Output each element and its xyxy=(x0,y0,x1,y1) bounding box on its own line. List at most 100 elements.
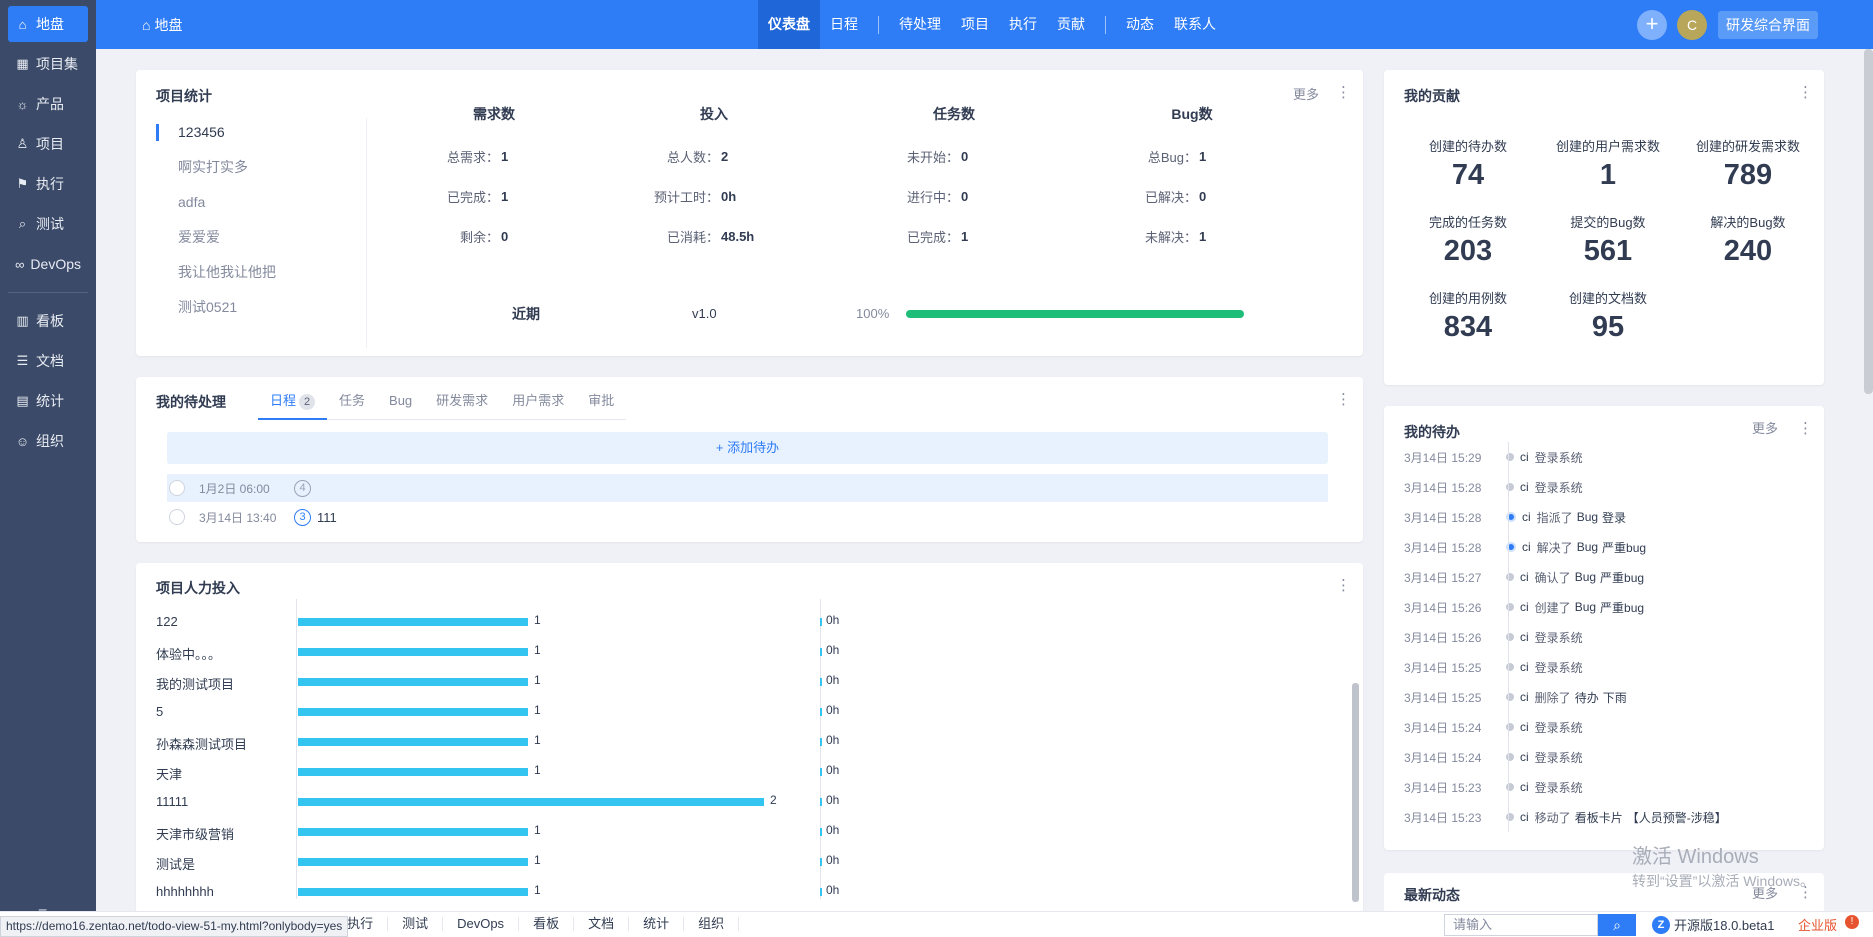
my-todo-menu-icon[interactable]: ⋮ xyxy=(1798,419,1813,437)
sidebar-item-label: 文档 xyxy=(36,353,64,369)
project-list-item[interactable]: adfa xyxy=(156,185,356,220)
add-todo-button[interactable]: + 添加待办 xyxy=(167,432,1328,464)
nav-item-0[interactable]: 仪表盘 xyxy=(758,0,820,49)
feed-row: 3月14日 15:24 ci 登录系统 xyxy=(1404,712,1804,742)
tab-0[interactable]: 日程 2 xyxy=(258,384,328,420)
project-list-item[interactable]: 啊实打实多 xyxy=(156,150,356,185)
feed-object[interactable]: 严重bug xyxy=(1600,569,1644,586)
nav-item-5[interactable]: 贡献 xyxy=(1047,0,1095,49)
bottom-nav-item-10[interactable]: 组织 xyxy=(684,917,740,931)
stat-value: 0 xyxy=(961,148,969,164)
page-scrollbar[interactable] xyxy=(1864,49,1873,394)
feed-object[interactable]: 【人员预警-涉稳】 xyxy=(1627,809,1727,826)
sidebar-item-10[interactable]: ☺ 组织 xyxy=(8,423,88,459)
todo-tabs: 日程 2 任务 Bug 研发需求 用户需求 审批 xyxy=(258,384,627,420)
nav-item-3[interactable]: 项目 xyxy=(951,0,999,49)
feed-action: 指派了 xyxy=(1536,510,1573,525)
plus-icon: + xyxy=(715,440,724,455)
sidebar-item-8[interactable]: ☰ 文档 xyxy=(8,343,88,379)
switch-interface-button[interactable]: 研发综合界面 xyxy=(1718,11,1818,39)
feed-object[interactable]: 登录 xyxy=(1602,509,1626,526)
project-list-item[interactable]: 爱爱爱 xyxy=(156,220,356,255)
search-input[interactable]: 请输入 xyxy=(1444,914,1598,936)
sidebar-item-label: 组织 xyxy=(36,433,64,449)
nav-item-2[interactable]: 待处理 xyxy=(889,0,951,49)
search-icon[interactable]: ⌕ xyxy=(1598,914,1636,936)
nav-item-1[interactable]: 日程 xyxy=(820,0,868,49)
todo-panel-menu-icon[interactable]: ⋮ xyxy=(1336,390,1351,408)
hr-hours-value: 0h xyxy=(826,793,840,807)
bottom-nav-item-6[interactable]: DevOps xyxy=(443,917,520,931)
stat-label: 已解决： xyxy=(1144,189,1197,205)
project-stats-menu-icon[interactable]: ⋮ xyxy=(1336,83,1351,101)
stat-label: 未解决： xyxy=(1144,229,1197,245)
feed-object[interactable]: 严重bug xyxy=(1600,599,1644,616)
topbar-brand[interactable]: ⌂ 地盘 xyxy=(142,15,182,35)
tab-5[interactable]: 审批 xyxy=(576,384,626,419)
feed-row: 3月14日 15:24 ci 登录系统 xyxy=(1404,742,1804,772)
my-todo-more-link[interactable]: 更多 xyxy=(1752,418,1778,437)
tab-1[interactable]: 任务 xyxy=(327,384,377,419)
stat-value: 0 xyxy=(501,228,509,244)
create-plus-button[interactable]: + xyxy=(1637,10,1667,40)
todo-row[interactable]: 1月2日 06:00 4 xyxy=(167,474,1328,502)
infinity-icon: ∞ xyxy=(15,256,25,272)
nav-item-6[interactable]: 动态 xyxy=(1116,0,1164,49)
bottom-nav-item-9[interactable]: 统计 xyxy=(629,917,685,931)
contribution-value: 834 xyxy=(1443,311,1493,343)
contribution-menu-icon[interactable]: ⋮ xyxy=(1798,83,1813,101)
project-list-item[interactable]: 测试0521 xyxy=(156,290,356,325)
timeline-line xyxy=(1508,502,1509,532)
feed-user: ci xyxy=(1520,570,1529,584)
hr-hours-value: 0h xyxy=(826,823,840,837)
todo-row[interactable]: 3月14日 13:40 3 111 xyxy=(167,503,1328,531)
feed-object[interactable]: 登录系统 xyxy=(1535,449,1583,466)
todo-name[interactable]: 111 xyxy=(317,510,337,525)
hr-scrollbar[interactable] xyxy=(1352,683,1359,902)
hr-bar-value: 1 xyxy=(534,673,541,687)
timeline-line xyxy=(1508,682,1509,712)
avatar[interactable]: C xyxy=(1677,10,1707,40)
edition-link[interactable]: 企业版 xyxy=(1798,915,1837,934)
tab-2[interactable]: Bug xyxy=(377,384,424,419)
project-stats-more-link[interactable]: 更多 xyxy=(1293,84,1319,103)
feed-object[interactable]: 下雨 xyxy=(1603,689,1627,706)
todo-checkbox[interactable] xyxy=(169,509,185,525)
sidebar-item-4[interactable]: ⚑ 执行 xyxy=(8,166,88,202)
sidebar-item-6[interactable]: ∞ DevOps xyxy=(8,246,88,282)
hr-bar xyxy=(298,648,528,656)
stat-column: 任务数 未开始： 0 进行中： 0 已完成： 1 xyxy=(854,104,1054,256)
version-info[interactable]: Z 开源版18.0.beta1 xyxy=(1652,915,1774,934)
sidebar-item-0[interactable]: ⌂ 地盘 xyxy=(8,6,88,42)
feed-object[interactable]: 登录系统 xyxy=(1535,719,1583,736)
feed-object[interactable]: 登录系统 xyxy=(1535,629,1583,646)
feed-object[interactable]: 登录系统 xyxy=(1535,779,1583,796)
feed-object[interactable]: 登录系统 xyxy=(1535,659,1583,676)
nav-item-4[interactable]: 执行 xyxy=(999,0,1047,49)
bottom-nav-item-8[interactable]: 文档 xyxy=(574,917,630,931)
contribution-item: 提交的Bug数 561 xyxy=(1538,212,1678,270)
tab-4[interactable]: 用户需求 xyxy=(500,384,576,419)
nav-item-7[interactable]: 联系人 xyxy=(1164,0,1226,49)
sidebar-item-1[interactable]: ▦ 项目集 xyxy=(8,46,88,82)
bottom-nav-item-5[interactable]: 测试 xyxy=(388,917,444,931)
todo-checkbox[interactable] xyxy=(169,480,185,496)
stat-column-head: 需求数 xyxy=(473,106,515,122)
hr-hours-bar xyxy=(820,618,822,626)
stat-row: 未解决： 1 xyxy=(1092,216,1292,256)
hr-menu-icon[interactable]: ⋮ xyxy=(1336,576,1351,594)
feed-object[interactable]: 登录系统 xyxy=(1535,479,1583,496)
sidebar-item-2[interactable]: ☼ 产品 xyxy=(8,86,88,122)
sidebar-item-9[interactable]: ▤ 统计 xyxy=(8,383,88,419)
feed-object[interactable]: 登录系统 xyxy=(1535,749,1583,766)
feed-object[interactable]: 严重bug xyxy=(1602,539,1646,556)
bottom-nav-item-7[interactable]: 看板 xyxy=(519,917,575,931)
sidebar-item-3[interactable]: ♙ 项目 xyxy=(8,126,88,162)
sidebar-item-5[interactable]: ⌕ 测试 xyxy=(8,206,88,242)
stat-value: 2 xyxy=(721,148,729,164)
tab-3[interactable]: 研发需求 xyxy=(424,384,500,419)
project-list-item[interactable]: 我让他我让他把 xyxy=(156,255,356,290)
sidebar-item-7[interactable]: ▥ 看板 xyxy=(8,303,88,339)
project-list-item[interactable]: 123456 xyxy=(156,115,356,150)
hr-bar xyxy=(298,678,528,686)
